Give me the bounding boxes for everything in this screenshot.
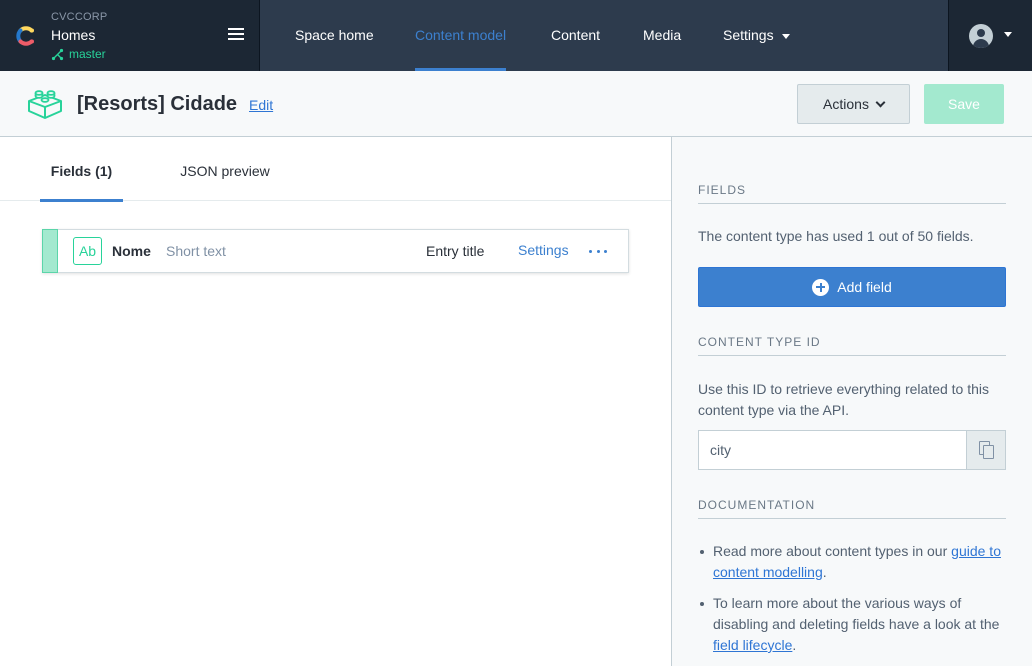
list-item: To learn more about the various ways of … — [698, 593, 1006, 656]
content-type-title: [Resorts] Cidade — [77, 93, 238, 115]
field-row[interactable]: Ab Nome Short text Entry title Settings — [42, 229, 629, 273]
chevron-down-icon — [1004, 32, 1012, 37]
space-switcher[interactable]: CVCCORP Homes master — [0, 0, 260, 71]
chevron-down-icon — [875, 97, 886, 107]
entry-title-badge: Entry title — [426, 243, 485, 259]
documentation-heading: DOCUMENTATION — [698, 498, 1006, 519]
organization-name: CVCCORP — [51, 11, 108, 23]
nav-content-model[interactable]: Content model — [415, 0, 507, 71]
environment-name: master — [69, 47, 106, 61]
avatar — [969, 24, 993, 48]
add-field-label: Add field — [837, 279, 892, 295]
account-menu[interactable] — [948, 0, 1032, 71]
top-navigation: CVCCORP Homes master Space home Content … — [0, 0, 1032, 71]
short-text-icon: Ab — [73, 237, 102, 265]
copy-button[interactable] — [966, 430, 1006, 470]
content-type-id-heading: CONTENT TYPE ID — [698, 335, 1006, 356]
content-type-icon — [28, 90, 62, 119]
fields-heading: FIELDS — [698, 183, 1006, 204]
fields-usage-text: The content type has used 1 out of 50 fi… — [698, 228, 974, 244]
field-type: Short text — [166, 243, 226, 259]
save-button[interactable]: Save — [924, 84, 1004, 124]
nav-settings[interactable]: Settings — [723, 0, 790, 71]
content-type-id-description: Use this ID to retrieve everything relat… — [698, 381, 990, 418]
more-options-icon[interactable] — [589, 244, 607, 258]
add-field-button[interactable]: Add field — [698, 267, 1006, 307]
hamburger-icon[interactable] — [228, 28, 244, 42]
environment-indicator: master — [51, 47, 106, 61]
actions-label: Actions — [823, 96, 869, 112]
actions-button[interactable]: Actions — [797, 84, 910, 124]
list-item: Read more about content types in our gui… — [698, 541, 1006, 583]
sidebar: FIELDS The content type has used 1 out o… — [671, 137, 1032, 666]
workbench-header: [Resorts] Cidade Edit Actions Save — [0, 71, 1032, 137]
content-type-id-field[interactable]: city — [698, 430, 966, 470]
nav-content[interactable]: Content — [551, 0, 600, 71]
nav-media[interactable]: Media — [643, 0, 681, 71]
field-name: Nome — [112, 243, 151, 259]
documentation-list: Read more about content types in our gui… — [698, 541, 1006, 666]
content-type-tabs: Fields (1) JSON preview — [0, 137, 671, 202]
field-settings-button[interactable]: Settings — [518, 242, 569, 258]
space-name: Homes — [51, 27, 96, 43]
tab-json-preview[interactable]: JSON preview — [170, 137, 280, 201]
edit-link[interactable]: Edit — [249, 97, 273, 113]
field-lifecycle-link[interactable]: field lifecycle — [713, 637, 792, 653]
tab-fields[interactable]: Fields (1) — [40, 137, 123, 202]
drag-handle[interactable] — [42, 229, 58, 273]
nav-settings-label: Settings — [723, 27, 774, 43]
plus-circle-icon — [812, 278, 830, 296]
contentful-logo-icon — [16, 26, 34, 46]
nav-space-home[interactable]: Space home — [295, 0, 374, 71]
chevron-down-icon — [781, 33, 790, 39]
branch-icon — [51, 48, 64, 60]
